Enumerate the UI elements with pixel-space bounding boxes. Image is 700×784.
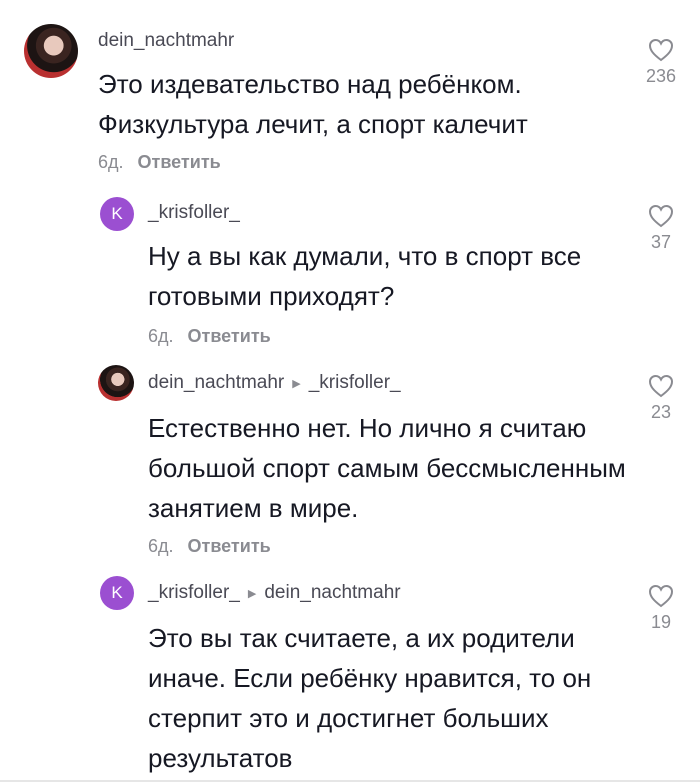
avatar[interactable]: K	[100, 576, 134, 610]
divider	[0, 780, 700, 782]
comment-username[interactable]: _krisfoller_	[148, 202, 240, 224]
comment-meta: 6д. Ответить	[148, 326, 271, 347]
triangle-right-icon: ▶	[292, 377, 301, 390]
heart-outline-icon[interactable]	[648, 204, 674, 228]
heart-outline-icon[interactable]	[648, 374, 674, 398]
reply-button[interactable]: Ответить	[188, 536, 271, 557]
comment-meta: 6д. Ответить	[148, 536, 271, 557]
comment-username[interactable]: _krisfoller_ ▶ dein_nachtmahr	[148, 582, 401, 604]
avatar-letter: K	[111, 583, 123, 602]
reply-to-username[interactable]: dein_nachtmahr	[264, 582, 400, 604]
comment-text: Это издевательство над ребёнком. Физкуль…	[98, 69, 528, 139]
avatar[interactable]: K	[100, 197, 134, 231]
avatar[interactable]	[24, 24, 78, 78]
like-count: 236	[645, 66, 677, 86]
username-text[interactable]: _krisfoller_	[148, 582, 240, 604]
comment-username[interactable]: dein_nachtmahr	[98, 30, 234, 52]
username-text[interactable]: dein_nachtmahr	[98, 30, 234, 52]
heart-outline-icon[interactable]	[648, 584, 674, 608]
avatar[interactable]	[98, 365, 134, 401]
comment-time: 6д.	[148, 536, 174, 556]
reply-to-username[interactable]: _krisfoller_	[309, 372, 401, 394]
triangle-right-icon: ▶	[247, 587, 257, 600]
comment-text: Ну а вы как думали, что в спорт все гото…	[148, 241, 582, 311]
reply-button[interactable]: Ответить	[138, 152, 221, 173]
like-count: 23	[650, 402, 672, 422]
reply-button[interactable]: Ответить	[188, 326, 271, 347]
like-count: 37	[650, 232, 672, 252]
like-button[interactable]: 23	[641, 374, 681, 423]
like-button[interactable]: 19	[641, 584, 681, 633]
comment-text: Это вы так считаете, а их родители иначе…	[148, 623, 592, 773]
comment-text: Естественно нет. Но лично я считаю больш…	[148, 413, 626, 523]
heart-outline-icon[interactable]	[648, 38, 674, 62]
like-button[interactable]: 37	[641, 204, 681, 253]
comment-time: 6д.	[98, 152, 124, 172]
avatar-letter: K	[111, 204, 123, 223]
like-count: 19	[650, 612, 672, 632]
comment-meta: 6д. Ответить	[98, 152, 221, 173]
username-text[interactable]: _krisfoller_	[148, 202, 240, 224]
username-text[interactable]: dein_nachtmahr	[148, 372, 284, 394]
like-button[interactable]: 236	[641, 38, 681, 87]
comment-username[interactable]: dein_nachtmahr ▶ _krisfoller_	[148, 372, 401, 394]
comment-time: 6д.	[148, 326, 174, 346]
